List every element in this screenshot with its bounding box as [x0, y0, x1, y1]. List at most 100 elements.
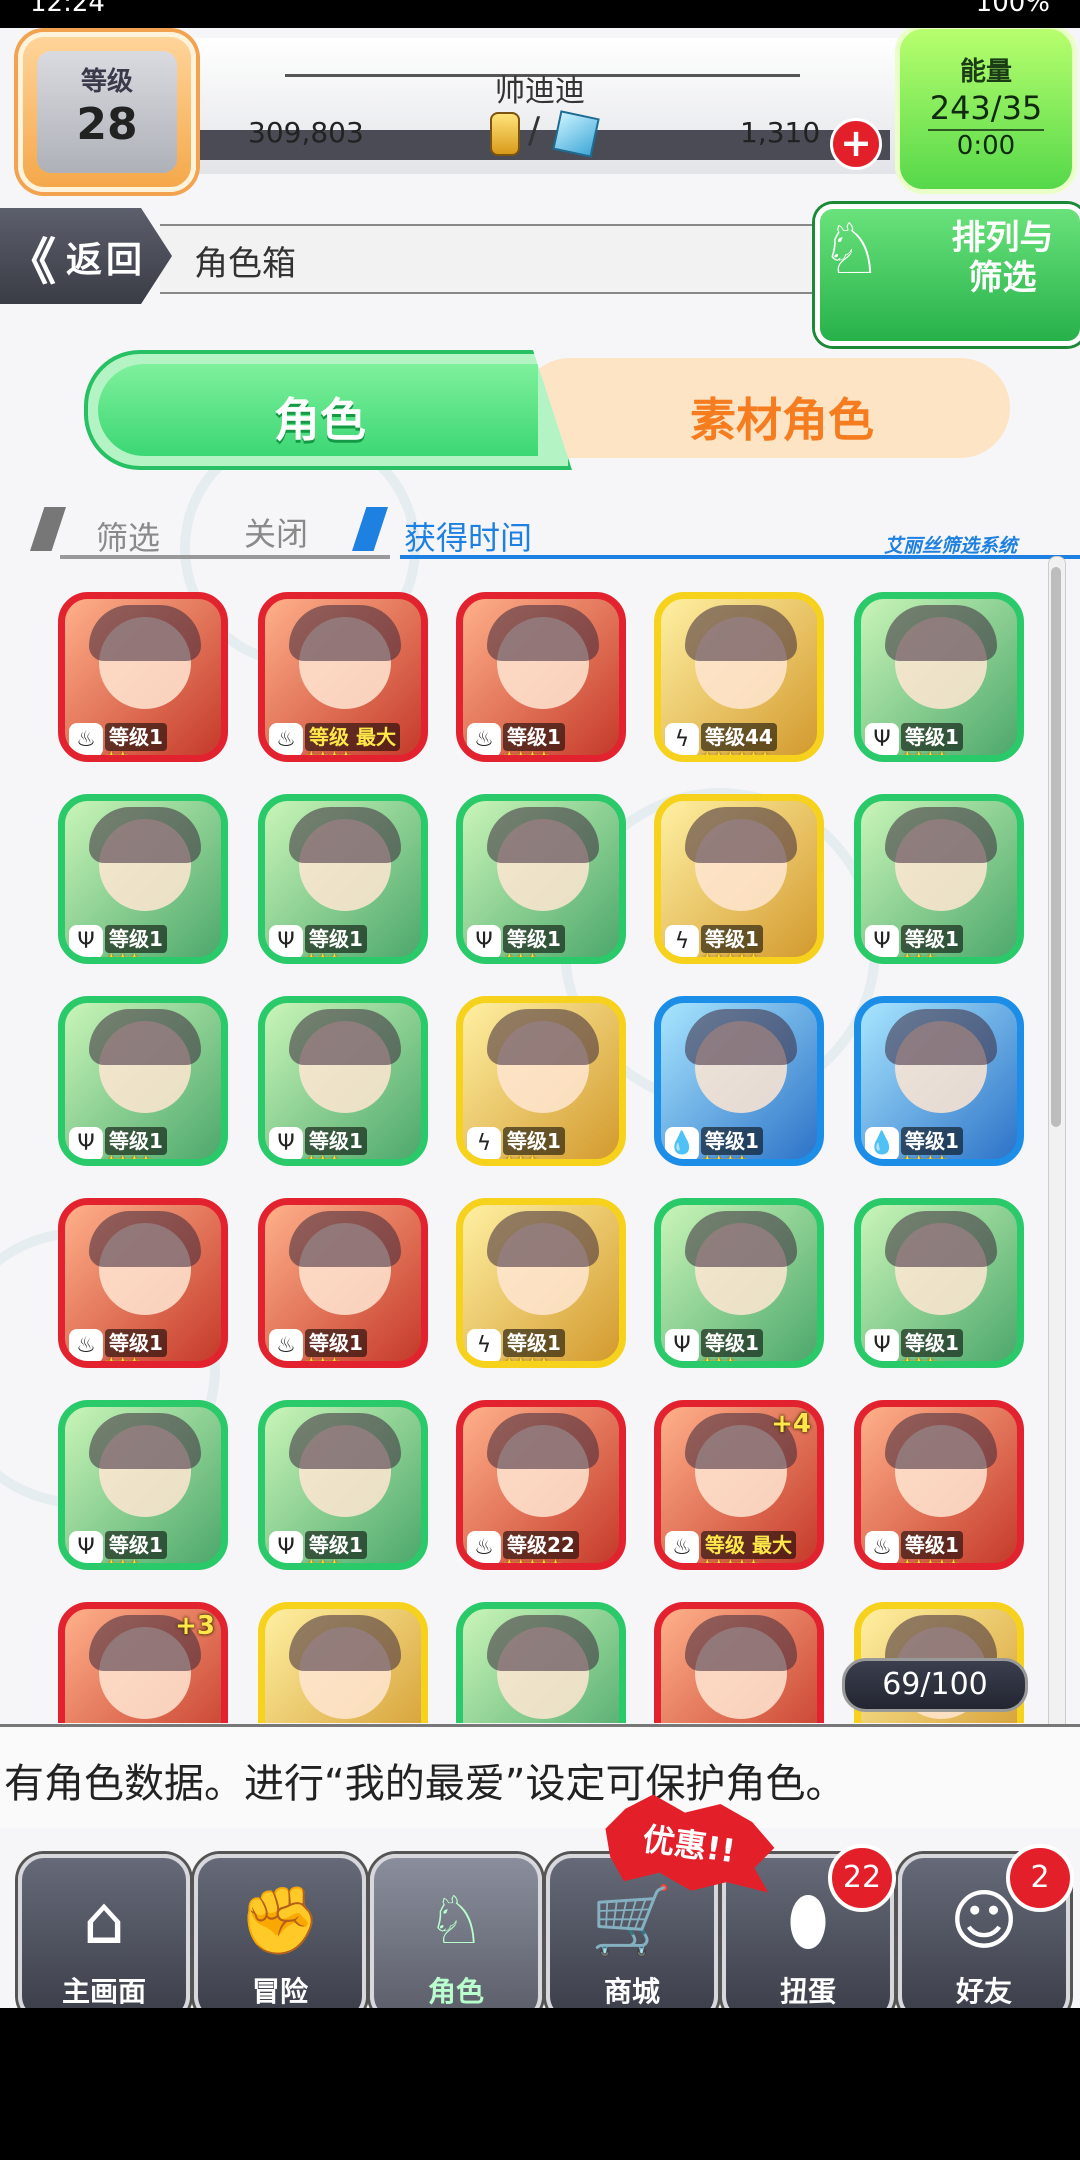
portrait-hair [885, 1413, 997, 1469]
character-card[interactable]: Ψ 等级1 ★★★★ [854, 592, 1024, 762]
filter-system-label: 艾丽丝筛选系统 [884, 535, 1018, 557]
coin-icon [490, 112, 520, 156]
wood-element-icon: Ψ [269, 1127, 303, 1159]
character-card[interactable]: ϟ [258, 1602, 428, 1723]
character-card[interactable]: ♨ 等级1 ★★★★★ [854, 1400, 1024, 1570]
card-level: 等级1 [701, 925, 763, 953]
filter-slash-icon [30, 507, 66, 551]
card-level: 等级1 [901, 723, 963, 751]
card-level: 等级 最大 [701, 1531, 796, 1559]
card-rarity-stars: ★★★ [901, 951, 937, 964]
portrait-hair [89, 605, 201, 661]
wood-element-icon: Ψ [865, 723, 899, 755]
character-card[interactable]: Ψ 等级1 ★★★ [58, 1400, 228, 1570]
character-card[interactable]: ♨ [654, 1602, 824, 1723]
character-card[interactable]: ♨ 等级1 ★★★★ [456, 592, 626, 762]
portrait-hair [89, 807, 201, 863]
nav-characters[interactable]: ♘ 角色 [370, 1854, 542, 2008]
nav-friends-label: 好友 [955, 1975, 1012, 2008]
card-level: 等级1 [105, 1329, 167, 1357]
fire-element-icon: ♨ [69, 723, 103, 755]
tab-characters[interactable]: 角色 [84, 350, 572, 470]
character-card[interactable]: Ψ 等级1 ★★★ [654, 1198, 824, 1368]
character-card[interactable]: ϟ 等级1 ★★★ [456, 996, 626, 1166]
sort-filter-label: 排列与筛选 [951, 218, 1054, 298]
portrait-hair [487, 1615, 599, 1671]
card-level: 等级1 [305, 1127, 367, 1155]
scroll-thumb[interactable] [1051, 567, 1061, 1127]
character-card[interactable]: Ψ 等级1 ★★★ [258, 794, 428, 964]
character-card[interactable]: Ψ 等级1 ★★★ [258, 1400, 428, 1570]
screen: 12:24 100% 帅迪迪 309,803 / 1,310 + 等级 28 能… [0, 0, 1080, 2160]
currency-separator: / [528, 110, 541, 151]
sort-key-button[interactable]: 获得时间 [404, 513, 532, 559]
portrait-hair [289, 605, 401, 661]
energy-label: 能量 [959, 57, 1012, 87]
wood-element-icon: Ψ [69, 1127, 103, 1159]
card-rarity-stars: ★★★★★ [701, 951, 760, 964]
character-card[interactable]: Ψ 等级1 ★★★ [258, 996, 428, 1166]
level-box: 等级 28 [18, 32, 196, 192]
filter-off-toggle[interactable]: 关闭 [244, 509, 308, 555]
character-card[interactable]: ♨ 等级 最大 ★★★★★ +4 [654, 1400, 824, 1570]
character-card[interactable]: ♨ 等级22 ★★★★★ [456, 1400, 626, 1570]
character-card[interactable]: ♨ 等级 最大 ★★★★ [258, 592, 428, 762]
fire-element-icon: ♨ [865, 1531, 899, 1563]
energy-box[interactable]: 能量 243/35 0:00 [895, 28, 1077, 194]
portrait-hair [289, 1211, 401, 1267]
scrollbar[interactable] [1048, 556, 1066, 1748]
character-card[interactable]: ♨+3 [58, 1602, 228, 1723]
character-card[interactable]: 💧 等级1 ★★★★ [854, 996, 1024, 1166]
card-rarity-stars: ★★★ [305, 1557, 341, 1570]
character-card[interactable]: ϟ 等级1 ★★★★★ [654, 794, 824, 964]
stone-count: 1,310 [740, 116, 821, 149]
back-chevron-icon: 《 [6, 233, 56, 291]
card-level: 等级1 [901, 1531, 963, 1559]
home-icon: ⌂ [83, 1882, 125, 1959]
card-rarity-stars: ★★★★ [901, 1153, 948, 1166]
character-card[interactable]: Ψ [456, 1602, 626, 1723]
nav-home[interactable]: ⌂ 主画面 [18, 1854, 190, 2008]
fire-element-icon: ♨ [467, 723, 501, 755]
friends-badge: 2 [1006, 1844, 1074, 1912]
level-value: 28 [76, 99, 138, 150]
card-level: 等级1 [105, 1127, 167, 1155]
character-card[interactable]: ♨ 等级1 ★★ [58, 592, 228, 762]
tab-material-characters[interactable]: 素材角色 [520, 358, 1010, 458]
card-rarity-stars: ★★★ [105, 1355, 141, 1368]
character-card[interactable]: ϟ 等级44 ★★★★★★ [654, 592, 824, 762]
card-rarity-stars: ★★★★ [701, 1153, 748, 1166]
cart-icon: 🛒 [590, 1882, 674, 1959]
nav-shop-label: 商城 [603, 1975, 660, 2008]
tab-characters-label: 角色 [274, 393, 366, 447]
level-label: 等级 [80, 67, 133, 97]
card-rarity-stars: ★★★ [901, 1355, 937, 1368]
character-card[interactable]: Ψ 等级1 ★★★★ [58, 996, 228, 1166]
character-card[interactable]: Ψ 等级1 ★★★ [456, 794, 626, 964]
character-card[interactable]: ♨ 等级1 ★★★ [58, 1198, 228, 1368]
character-card[interactable]: Ψ 等级1 ★★★ [854, 794, 1024, 964]
filter-row: 筛选 关闭 获得时间 艾丽丝筛选系统 [0, 503, 1080, 563]
card-level: 等级1 [105, 1531, 167, 1559]
water-element-icon: 💧 [865, 1127, 899, 1159]
rabbit-icon: ♘ [820, 208, 883, 290]
card-level: 等级44 [701, 723, 777, 751]
character-card[interactable]: ♨ 等级1 ★★★ [258, 1198, 428, 1368]
filter-label[interactable]: 筛选 [96, 513, 160, 559]
character-card[interactable]: Ψ 等级1 ★★★ [58, 794, 228, 964]
card-plus-bonus: +4 [771, 1409, 811, 1439]
character-card[interactable]: Ψ 等级1 ★★★ [854, 1198, 1024, 1368]
portrait-hair [685, 807, 797, 863]
portrait-hair [685, 1615, 797, 1671]
card-level: 等级1 [503, 1127, 565, 1155]
card-rarity-stars: ★★ [105, 749, 129, 762]
card-rarity-stars: ★★★★ [503, 749, 550, 762]
character-card[interactable]: ϟ 等级1 ★★★★ [456, 1198, 626, 1368]
add-currency-button[interactable]: + [830, 118, 882, 170]
portrait-hair [885, 605, 997, 661]
light-element-icon: ϟ [665, 723, 699, 755]
card-rarity-stars: ★★★★ [503, 1355, 550, 1368]
ticker-text: 有角色数据。进行“我的最爱”设定可保护角色。 [4, 1761, 846, 1807]
nav-adventure[interactable]: ✊ 冒险 [194, 1854, 366, 2008]
character-card[interactable]: 💧 等级1 ★★★★ [654, 996, 824, 1166]
